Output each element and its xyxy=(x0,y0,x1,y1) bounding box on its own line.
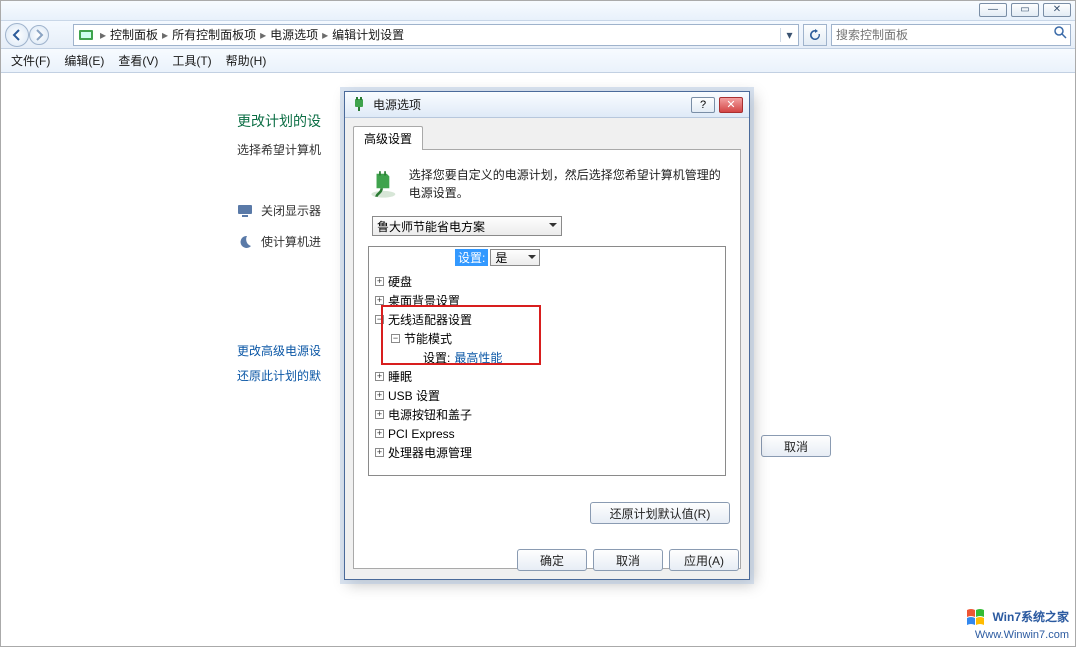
tree-cpu-power[interactable]: 处理器电源管理 xyxy=(388,444,472,461)
tree-harddisk[interactable]: 硬盘 xyxy=(388,273,412,290)
minimize-icon: — xyxy=(988,4,998,15)
watermark: Win7系统之家 Www.Winwin7.com xyxy=(965,607,1069,642)
sleep-label: 使计算机进 xyxy=(261,233,321,250)
breadcrumb-sep-0: ▸ xyxy=(100,28,106,42)
dialog-intro-text: 选择您要自定义的电源计划，然后选择您希望计算机管理的电源设置。 xyxy=(409,166,726,202)
windows-flag-icon xyxy=(965,607,987,629)
dialog-title: 电源选项 xyxy=(373,96,687,113)
menu-tools[interactable]: 工具(T) xyxy=(172,52,211,69)
breadcrumb-item-3[interactable]: 编辑计划设置 xyxy=(330,26,406,43)
search-box[interactable] xyxy=(831,24,1071,46)
expander-icon[interactable]: − xyxy=(391,334,400,343)
restore-defaults-button[interactable]: 还原计划默认值(R) xyxy=(590,502,730,524)
tree-usb[interactable]: USB 设置 xyxy=(388,387,440,404)
power-plug-icon xyxy=(351,97,367,113)
expander-icon[interactable]: + xyxy=(375,410,384,419)
power-plan-combo[interactable]: 鲁大师节能省电方案 xyxy=(372,216,562,236)
arrow-left-icon xyxy=(11,29,23,41)
tree-powersave-mode[interactable]: 节能模式 xyxy=(404,330,452,347)
expander-icon[interactable]: − xyxy=(375,315,384,324)
menu-file[interactable]: 文件(F) xyxy=(11,52,50,69)
tree-power-button-lid[interactable]: 电源按钮和盖子 xyxy=(388,406,472,423)
dialog-cancel-button[interactable]: 取消 xyxy=(593,549,663,571)
tree-pci-express[interactable]: PCI Express xyxy=(388,427,455,441)
menu-view[interactable]: 查看(V) xyxy=(118,52,158,69)
address-bar[interactable]: ▸ 控制面板 ▸ 所有控制面板项 ▸ 电源选项 ▸ 编辑计划设置 ▾ xyxy=(73,24,799,46)
setting-value-dropdown[interactable]: 是 xyxy=(490,249,540,266)
tab-panel: 选择您要自定义的电源计划，然后选择您希望计算机管理的电源设置。 鲁大师节能省电方… xyxy=(353,149,741,569)
window-close-button[interactable]: ✕ xyxy=(1043,3,1071,17)
refresh-button[interactable] xyxy=(803,24,827,46)
search-input[interactable] xyxy=(832,28,1050,42)
window-titlebar: — ▭ ✕ xyxy=(1,1,1075,21)
power-plan-value: 鲁大师节能省电方案 xyxy=(377,218,485,235)
tree-desktop-bg[interactable]: 桌面背景设置 xyxy=(388,292,460,309)
watermark-brand: Win7系统之家 xyxy=(992,610,1069,624)
expander-icon[interactable]: + xyxy=(375,372,384,381)
control-panel-icon xyxy=(78,27,94,43)
settings-tree: 设置: 是 +硬盘 +桌面背景设置 −无线适配器设置 −节能模式 设置: 最高性… xyxy=(368,246,726,476)
breadcrumb-sep-2: ▸ xyxy=(260,28,266,42)
breadcrumb-item-1[interactable]: 所有控制面板项 xyxy=(170,26,258,43)
sleep-icon xyxy=(237,234,253,250)
help-icon: ? xyxy=(700,99,706,111)
expander-icon[interactable]: + xyxy=(375,296,384,305)
breadcrumb-item-0[interactable]: 控制面板 xyxy=(108,26,160,43)
window-minimize-button[interactable]: — xyxy=(979,3,1007,17)
tree-sleep[interactable]: 睡眠 xyxy=(388,368,412,385)
search-icon[interactable] xyxy=(1050,26,1070,44)
setting-value: 是 xyxy=(495,249,507,266)
expander-icon[interactable]: + xyxy=(375,277,384,286)
breadcrumb-sep-1: ▸ xyxy=(162,28,168,42)
dialog-titlebar: 电源选项 ? ✕ xyxy=(345,92,749,118)
tree-setting-value-link[interactable]: 最高性能 xyxy=(454,349,502,366)
expander-icon[interactable]: + xyxy=(375,429,384,438)
display-off-label: 关闭显示器 xyxy=(261,202,321,219)
power-options-dialog: 电源选项 ? ✕ 高级设置 选择您要自定义的电源计划，然后选择您希望计算机管理的… xyxy=(344,91,750,580)
window-maximize-button[interactable]: ▭ xyxy=(1011,3,1039,17)
nav-forward-button[interactable] xyxy=(29,25,49,45)
dialog-help-button[interactable]: ? xyxy=(691,97,715,113)
expander-icon[interactable]: + xyxy=(375,448,384,457)
display-off-icon xyxy=(237,203,253,219)
nav-back-button[interactable] xyxy=(5,23,29,47)
tab-advanced[interactable]: 高级设置 xyxy=(353,126,423,150)
tree-wireless[interactable]: 无线适配器设置 xyxy=(388,311,472,328)
breadcrumb-item-2[interactable]: 电源选项 xyxy=(268,26,320,43)
close-icon: ✕ xyxy=(1053,4,1061,15)
menu-help[interactable]: 帮助(H) xyxy=(226,52,267,69)
maximize-icon: ▭ xyxy=(1020,4,1029,15)
watermark-url: Www.Winwin7.com xyxy=(965,629,1069,642)
menu-bar: 文件(F) 编辑(E) 查看(V) 工具(T) 帮助(H) xyxy=(1,49,1075,73)
expander-icon[interactable]: + xyxy=(375,391,384,400)
setting-label-selected[interactable]: 设置: xyxy=(455,249,488,266)
tree-setting-label: 设置: xyxy=(423,349,450,366)
page-cancel-button[interactable]: 取消 xyxy=(761,435,831,457)
arrow-right-icon xyxy=(33,29,45,41)
menu-edit[interactable]: 编辑(E) xyxy=(64,52,104,69)
nav-back-forward xyxy=(5,23,69,47)
breadcrumb-sep-3: ▸ xyxy=(322,28,328,42)
address-dropdown-icon[interactable]: ▾ xyxy=(780,28,798,42)
explorer-nav-row: ▸ 控制面板 ▸ 所有控制面板项 ▸ 电源选项 ▸ 编辑计划设置 ▾ xyxy=(1,21,1075,49)
dialog-apply-button[interactable]: 应用(A) xyxy=(669,549,739,571)
close-icon: ✕ xyxy=(726,98,735,111)
dialog-close-button[interactable]: ✕ xyxy=(719,97,743,113)
power-plan-icon xyxy=(368,166,399,202)
refresh-icon xyxy=(809,29,821,41)
dialog-ok-button[interactable]: 确定 xyxy=(517,549,587,571)
